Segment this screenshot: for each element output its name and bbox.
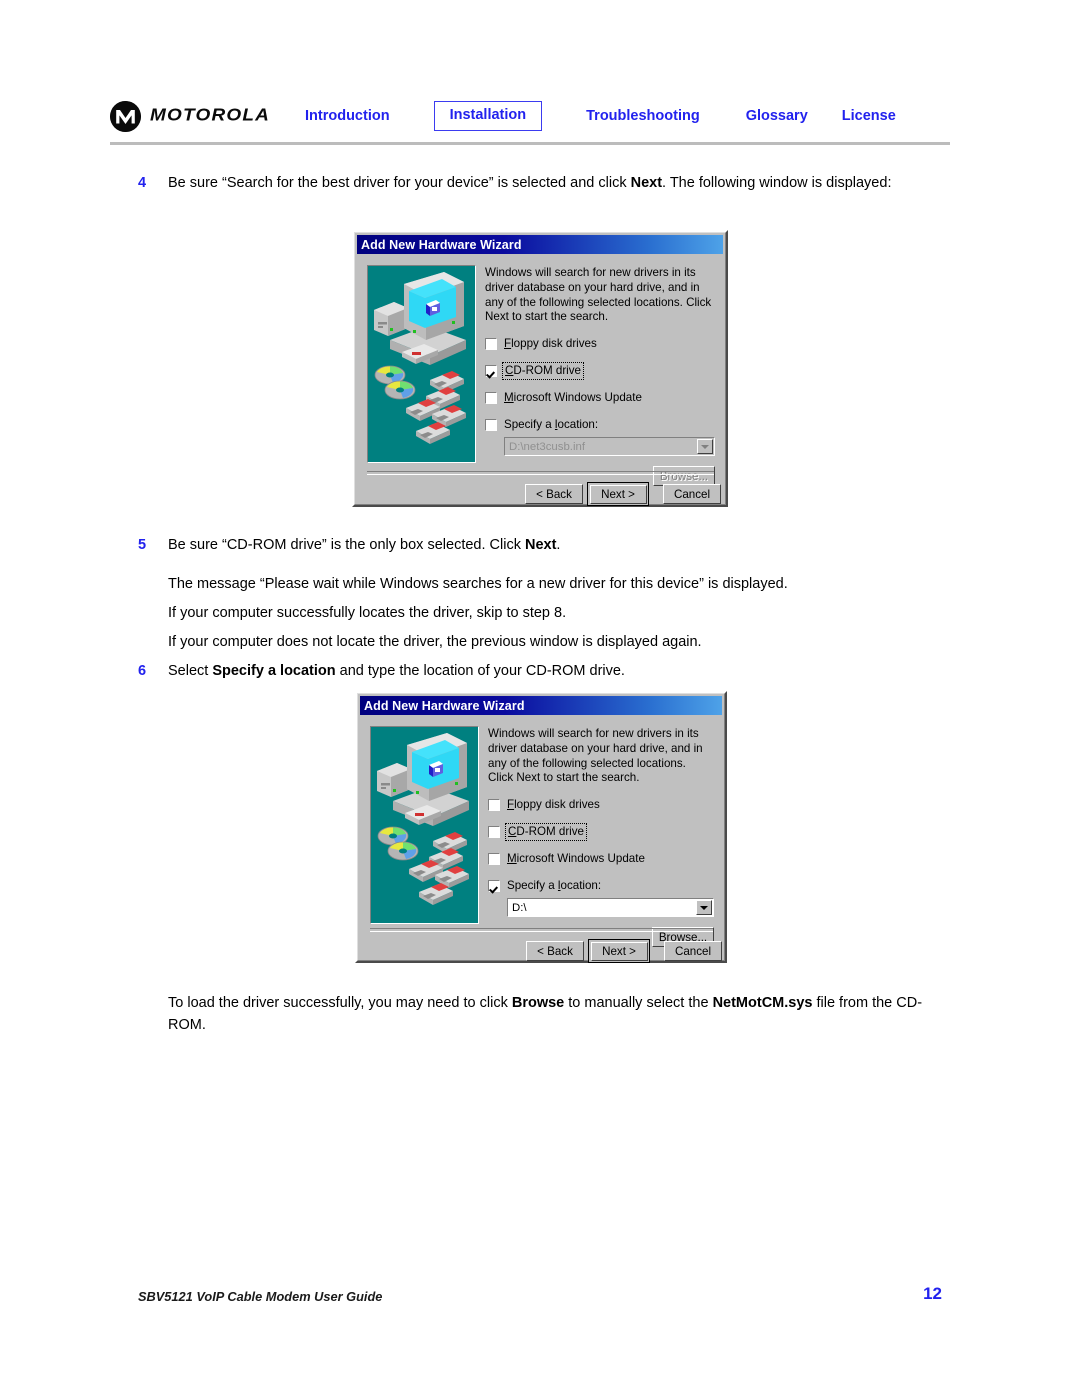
nav-item-installation[interactable]: Installation	[433, 101, 543, 131]
dialog-1-separator	[367, 471, 714, 475]
dialog-1-titlebar: Add New Hardware Wizard	[357, 235, 723, 254]
dialog-1-illustration	[367, 265, 476, 463]
nav-item-license[interactable]: License	[842, 108, 896, 124]
dialog-2-checkbox-floppy-disk-drives[interactable]: Floppy disk drives	[488, 797, 714, 812]
checkbox-box-icon[interactable]	[485, 418, 497, 431]
footer-page-number: 12	[923, 1284, 942, 1303]
checkbox-label: Microsoft Windows Update	[504, 391, 642, 405]
dialog-1-cancel-button[interactable]: Cancel	[663, 484, 721, 504]
checkbox-label: CD-ROM drive	[504, 823, 588, 841]
dialog-2-location-combobox[interactable]: D:\	[507, 898, 714, 918]
dialog-1-description: Windows will search for new drivers in i…	[485, 266, 712, 324]
motorola-batwing-icon	[110, 100, 141, 132]
dialog-2-illustration	[370, 726, 479, 924]
step-5-text: Be sure “CD-ROM drive” is the only box s…	[168, 534, 928, 556]
dialog-1-next-button-default-frame: Next >	[587, 482, 649, 506]
step-4-text-b: . The following window is displayed:	[662, 175, 892, 191]
motorola-logo: MOTOROLA	[110, 100, 305, 132]
add-new-hardware-wizard-dialog-2[interactable]: Add New Hardware Wizard Windows will sea…	[355, 691, 727, 963]
step-5-bold: Next	[524, 537, 557, 553]
header-divider	[110, 142, 950, 145]
paragraph-please-wait: The message “Please wait while Windows s…	[168, 576, 788, 592]
dialog-2-titlebar: Add New Hardware Wizard	[360, 696, 722, 715]
checkbox-label: Specify a location:	[507, 879, 602, 893]
dialog-1-checkbox-cd-rom-drive[interactable]: CD-ROM drive	[485, 362, 715, 380]
dialog-1-content: Windows will search for new drivers in i…	[485, 266, 715, 487]
step-5-text-b: .	[556, 537, 561, 553]
nav-item-glossary[interactable]: Glossary	[746, 108, 808, 124]
dialog-2-button-row: < Back Next > Cancel	[526, 939, 722, 963]
checkbox-box-icon[interactable]	[488, 798, 500, 811]
paragraph-does-not-locate: If your computer does not locate the dri…	[168, 634, 702, 650]
nav-item-troubleshooting[interactable]: Troubleshooting	[586, 108, 700, 124]
page-header: MOTOROLA Introduction Installation Troub…	[110, 96, 950, 136]
step-4: 4 Be sure “Search for the best driver fo…	[138, 172, 928, 194]
step-6: 6 Select Specify a location and type the…	[138, 660, 928, 682]
checkbox-box-icon[interactable]	[485, 337, 497, 350]
dialog-2-title: Add New Hardware Wizard	[364, 698, 525, 713]
dialog-2-description: Windows will search for new drivers in i…	[488, 727, 703, 785]
browse-para-bold-b: NetMotCM.sys	[712, 995, 813, 1011]
motorola-wordmark: MOTOROLA	[150, 105, 271, 126]
dialog-2-content: Windows will search for new drivers in i…	[488, 727, 714, 948]
step-6-bold: Specify a location	[212, 663, 336, 679]
step-4-text: Be sure “Search for the best driver for …	[168, 172, 928, 194]
dialog-2-next-button[interactable]: Next >	[590, 941, 648, 961]
dialog-2-back-button[interactable]: < Back	[526, 941, 584, 961]
footer-document-title: SBV5121 VoIP Cable Modem User Guide	[138, 1289, 383, 1304]
checkbox-box-icon[interactable]	[485, 391, 497, 404]
dialog-2-separator	[370, 928, 713, 932]
dialog-2-checkbox-microsoft-windows-update[interactable]: Microsoft Windows Update	[488, 851, 714, 866]
dialog-1-location-combobox[interactable]: D:\net3cusb.inf	[504, 437, 715, 457]
checkbox-label: CD-ROM drive	[501, 362, 585, 380]
dialog-2-next-button-default-frame: Next >	[588, 939, 650, 963]
dialog-1-checkbox-microsoft-windows-update[interactable]: Microsoft Windows Update	[485, 390, 715, 405]
chevron-down-icon[interactable]	[696, 900, 712, 916]
browse-para-text-b: to manually select the	[564, 995, 713, 1011]
dialog-1-checkbox-specify-a-location[interactable]: Specify a location:	[485, 417, 715, 432]
checkbox-box-icon[interactable]	[488, 852, 500, 865]
dialog-1-button-row: < Back Next > Cancel	[525, 482, 721, 506]
checkbox-box-icon[interactable]	[485, 364, 497, 377]
checkbox-label: Microsoft Windows Update	[507, 852, 645, 866]
step-5-text-a: Be sure “CD-ROM drive” is the only box s…	[168, 537, 525, 553]
checkbox-box-icon[interactable]	[488, 879, 500, 892]
step-6-text-a: Select	[168, 663, 213, 679]
step-6-number: 6	[138, 663, 147, 679]
dialog-2-checkbox-cd-rom-drive[interactable]: CD-ROM drive	[488, 823, 714, 841]
add-new-hardware-wizard-dialog-1[interactable]: Add New Hardware Wizard Windows will sea…	[352, 230, 728, 507]
dialog-2-cancel-button[interactable]: Cancel	[664, 941, 722, 961]
browse-para-bold-a: Browse	[511, 995, 565, 1011]
checkbox-label: Specify a location:	[504, 418, 599, 432]
location-value: D:\	[512, 901, 527, 914]
dialog-1-title: Add New Hardware Wizard	[361, 237, 522, 252]
nav-item-introduction[interactable]: Introduction	[305, 108, 390, 124]
chevron-down-icon[interactable]	[697, 439, 713, 455]
dialog-2-checkbox-specify-a-location[interactable]: Specify a location:	[488, 878, 714, 893]
paragraph-browse-netmotcm: To load the driver successfully, you may…	[168, 992, 940, 1037]
step-4-bold: Next	[630, 175, 663, 191]
dialog-1-checkbox-floppy-disk-drives[interactable]: Floppy disk drives	[485, 336, 715, 351]
dialog-1-back-button[interactable]: < Back	[525, 484, 583, 504]
checkbox-label: Floppy disk drives	[504, 337, 597, 351]
step-6-text: Select Specify a location and type the l…	[168, 660, 928, 682]
step-6-text-b: and type the location of your CD-ROM dri…	[335, 663, 625, 679]
checkbox-label: Floppy disk drives	[507, 798, 600, 812]
browse-para-text-a: To load the driver successfully, you may…	[168, 995, 512, 1011]
step-4-number: 4	[138, 175, 147, 191]
location-value: D:\net3cusb.inf	[509, 440, 585, 453]
top-navigation: Introduction Installation Troubleshootin…	[305, 101, 950, 131]
paragraph-locates-driver: If your computer successfully locates th…	[168, 605, 567, 621]
checkbox-box-icon[interactable]	[488, 825, 500, 838]
step-5-number: 5	[138, 537, 147, 553]
dialog-1-next-button[interactable]: Next >	[589, 484, 647, 504]
step-5: 5 Be sure “CD-ROM drive” is the only box…	[138, 534, 928, 556]
step-4-text-a: Be sure “Search for the best driver for …	[168, 175, 631, 191]
